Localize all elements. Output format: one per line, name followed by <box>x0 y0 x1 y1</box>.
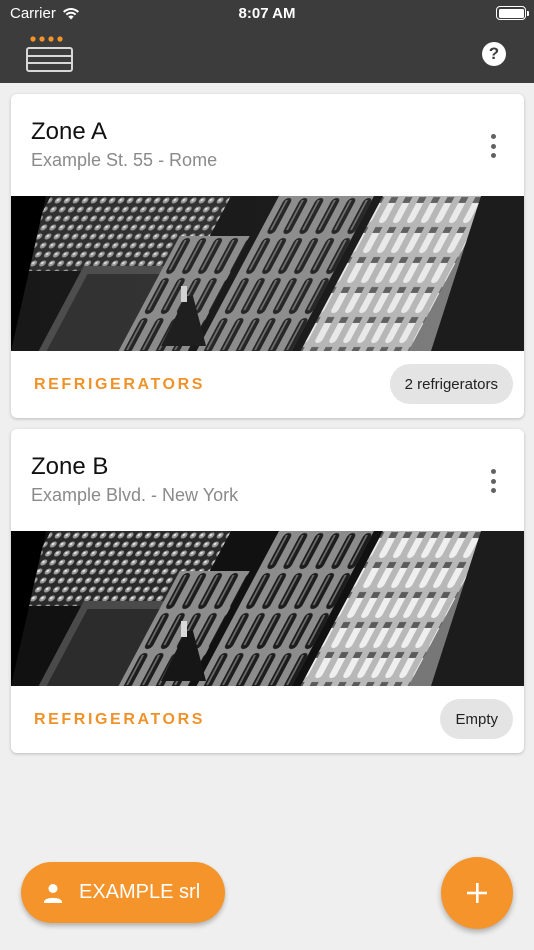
zone-card[interactable]: Zone B Example Blvd. - New York REFRIGER… <box>11 429 524 753</box>
refrigerator-photo <box>11 531 524 686</box>
add-zone-button[interactable] <box>441 857 513 929</box>
status-bar: Carrier 8:07 AM <box>0 0 534 28</box>
refrigerator-photo <box>11 196 524 351</box>
app-bar: Carrier 8:07 AM ? <box>0 0 534 83</box>
zone-name: Zone B <box>31 453 109 480</box>
zone-name: Zone A <box>31 118 108 145</box>
battery-icon <box>496 6 529 20</box>
company-button[interactable]: EXAMPLE srl <box>21 862 225 923</box>
more-vert-icon[interactable] <box>486 469 500 493</box>
refrigerators-link[interactable]: REFRIGERATORS <box>34 376 205 394</box>
plus-icon <box>467 883 487 903</box>
refrigerator-count-chip: 2 refrigerators <box>389 364 513 404</box>
refrigerator-logo-icon[interactable] <box>26 36 74 74</box>
person-icon <box>44 883 62 903</box>
zone-address: Example St. 55 - Rome <box>31 150 218 170</box>
help-circle-icon[interactable]: ? <box>482 42 506 66</box>
refrigerator-count-chip: Empty <box>440 699 513 739</box>
more-vert-icon[interactable] <box>486 134 500 158</box>
company-label: EXAMPLE srl <box>79 881 201 903</box>
clock: 8:07 AM <box>238 5 296 22</box>
zone-address: Example Blvd. - New York <box>31 485 239 505</box>
zone-card[interactable]: Zone A Example St. 55 - Rome REFRIGERATO… <box>11 94 524 418</box>
refrigerators-link[interactable]: REFRIGERATORS <box>34 711 205 729</box>
